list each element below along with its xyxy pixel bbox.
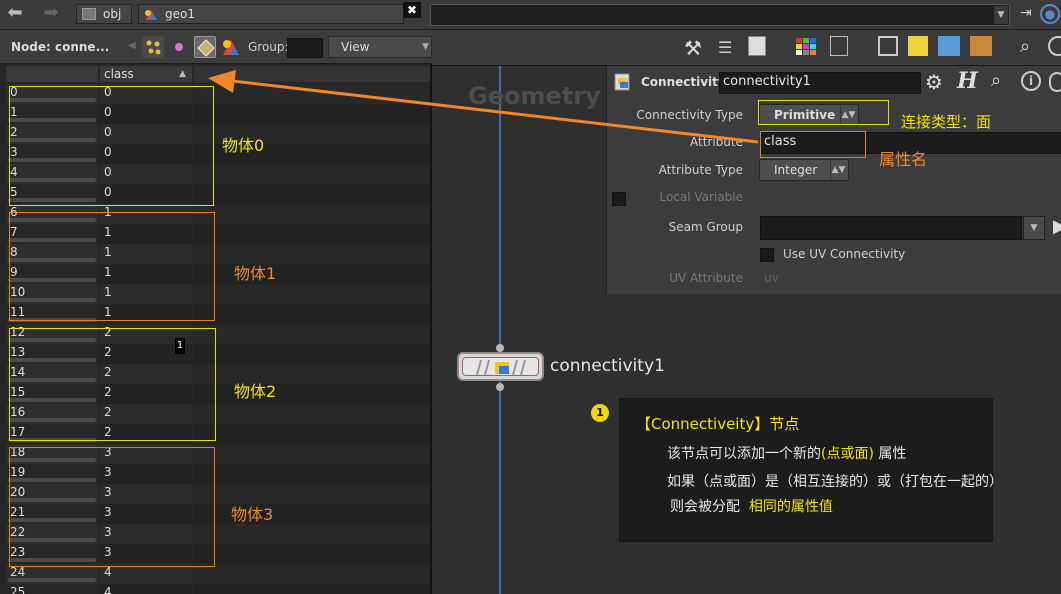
sticky-note[interactable]: 【Connectiveity】节点 该节点可以添加一个新的(点或面) 属性 如果… (619, 398, 1003, 542)
note-line-1-highlight: (点或面) (821, 446, 874, 462)
note-line-1-prefix: 该节点可以添加一个新的 (667, 446, 821, 462)
note-line-3-highlight: 相同的属性值 (748, 499, 833, 515)
note-line-3-prefix: 则会被分配 (670, 499, 740, 515)
note-line-2: 如果（点或面）是（相互连接的）或（打包在一起的） (667, 474, 1003, 490)
note-line-3: 则会被分配 相同的属性值 (670, 496, 833, 516)
note-line-1-suffix: 属性 (878, 446, 907, 462)
note-line-1: 该节点可以添加一个新的(点或面) 属性 (667, 443, 906, 463)
note-badge: 1 (591, 404, 609, 422)
note-title: 【Connectiveity】节点 (636, 415, 800, 433)
